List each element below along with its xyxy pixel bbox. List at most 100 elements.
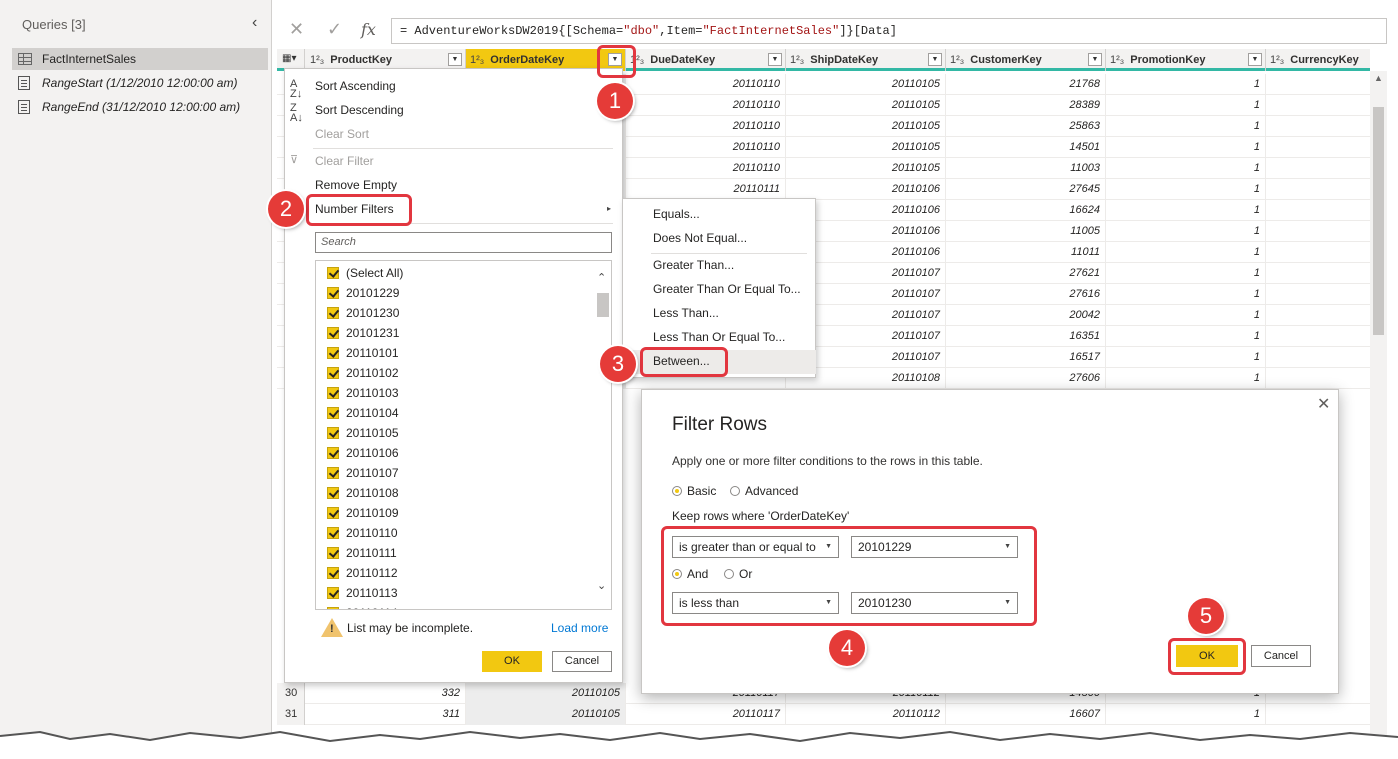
table-cell[interactable]: 1 xyxy=(1106,179,1266,200)
table-cell[interactable]: 20110105 xyxy=(786,116,946,137)
filter-value-item[interactable]: 20110114 xyxy=(327,603,398,609)
remove-empty-item[interactable]: Remove Empty xyxy=(315,178,397,192)
filter-value-item[interactable]: (Select All) xyxy=(327,263,403,283)
table-cell[interactable]: 1 xyxy=(1106,704,1266,725)
checkbox-checked-icon[interactable] xyxy=(327,467,339,479)
checkbox-checked-icon[interactable] xyxy=(327,547,339,559)
does-not-equal-item[interactable]: Does Not Equal... xyxy=(653,231,747,245)
checkbox-checked-icon[interactable] xyxy=(327,587,339,599)
query-item-rangestart[interactable]: RangeStart (1/12/2010 12:00:00 am) xyxy=(12,72,268,94)
table-cell[interactable]: 20110105 xyxy=(786,137,946,158)
table-cell[interactable] xyxy=(1266,284,1370,305)
filter-value-item[interactable]: 20110113 xyxy=(327,583,398,603)
filter-value-item[interactable]: 20110105 xyxy=(327,423,399,443)
table-cell[interactable]: 27621 xyxy=(946,263,1106,284)
table-cell[interactable]: 20110110 xyxy=(626,137,786,158)
scrollbar-thumb[interactable] xyxy=(1373,107,1384,335)
table-cell[interactable]: 311 xyxy=(306,704,466,725)
table-cell[interactable]: 14501 xyxy=(946,137,1106,158)
table-cell[interactable] xyxy=(1266,200,1370,221)
table-cell[interactable] xyxy=(1266,242,1370,263)
table-cell[interactable]: 20110105 xyxy=(466,683,626,704)
table-cell[interactable]: 1 xyxy=(1106,137,1266,158)
table-cell[interactable]: 16351 xyxy=(946,326,1106,347)
advanced-radio[interactable]: Advanced xyxy=(730,484,798,498)
checkbox-checked-icon[interactable] xyxy=(327,307,339,319)
checkbox-checked-icon[interactable] xyxy=(327,287,339,299)
table-cell[interactable]: 332 xyxy=(306,683,466,704)
checkbox-checked-icon[interactable] xyxy=(327,267,339,279)
table-cell[interactable]: 20042 xyxy=(946,305,1106,326)
table-cell[interactable] xyxy=(1266,74,1370,95)
table-cell[interactable]: 16607 xyxy=(946,704,1106,725)
column-header-shipdatekey[interactable]: 1²₃ ShipDateKey ▼ xyxy=(786,49,946,71)
checkbox-checked-icon[interactable] xyxy=(327,567,339,579)
scroll-up-icon[interactable]: ▲ xyxy=(1374,73,1383,83)
table-cell[interactable]: 1 xyxy=(1106,95,1266,116)
search-input[interactable]: Search xyxy=(315,232,612,253)
table-cell[interactable] xyxy=(1266,116,1370,137)
table-cell[interactable]: 20110112 xyxy=(786,704,946,725)
collapse-pane-icon[interactable]: ‹ xyxy=(252,14,257,32)
checkbox-checked-icon[interactable] xyxy=(327,327,339,339)
chevron-down-icon[interactable]: ▼ xyxy=(1088,53,1102,66)
formula-input[interactable]: = AdventureWorksDW2019{[Schema="dbo",Ite… xyxy=(391,18,1387,44)
table-cell[interactable] xyxy=(1266,368,1370,389)
table-cell[interactable] xyxy=(1266,347,1370,368)
table-cell[interactable]: 1 xyxy=(1106,74,1266,95)
checkbox-checked-icon[interactable] xyxy=(327,487,339,499)
table-cell[interactable]: 20110105 xyxy=(466,704,626,725)
table-cell[interactable] xyxy=(1266,137,1370,158)
load-more-link[interactable]: Load more xyxy=(551,621,608,635)
filter-value-item[interactable]: 20101231 xyxy=(327,323,399,343)
table-cell[interactable]: 1 xyxy=(1106,158,1266,179)
table-cell[interactable]: 11003 xyxy=(946,158,1106,179)
less-than-item[interactable]: Less Than... xyxy=(653,306,719,320)
table-cell[interactable]: 11011 xyxy=(946,242,1106,263)
chevron-down-icon[interactable]: ▼ xyxy=(928,53,942,66)
table-cell[interactable] xyxy=(1266,704,1370,725)
cancel-formula-icon[interactable]: ✕ xyxy=(289,19,304,40)
greater-than-item[interactable]: Greater Than... xyxy=(653,258,734,272)
table-cell[interactable]: 20110105 xyxy=(786,74,946,95)
table-cell[interactable]: 1 xyxy=(1106,305,1266,326)
table-cell[interactable] xyxy=(1266,158,1370,179)
basic-radio[interactable]: Basic xyxy=(672,484,716,498)
column-header-customerkey[interactable]: 1²₃ CustomerKey ▼ xyxy=(946,49,1106,71)
table-cell[interactable] xyxy=(1266,221,1370,242)
table-cell[interactable]: 20110105 xyxy=(786,158,946,179)
table-cell[interactable]: 1 xyxy=(1106,284,1266,305)
table-cell[interactable]: 27616 xyxy=(946,284,1106,305)
chevron-down-icon[interactable]: ▼ xyxy=(768,53,782,66)
table-cell[interactable] xyxy=(1266,326,1370,347)
list-scrollbar[interactable]: ⌃ ⌄ xyxy=(594,261,611,609)
table-cell[interactable]: 16517 xyxy=(946,347,1106,368)
greater-than-or-equal-item[interactable]: Greater Than Or Equal To... xyxy=(653,282,801,296)
table-cell[interactable]: 27606 xyxy=(946,368,1106,389)
dialog-cancel-button[interactable]: Cancel xyxy=(1251,645,1311,667)
column-header-duedatekey[interactable]: 1²₃ DueDateKey ▼ xyxy=(626,49,786,71)
filter-ok-button[interactable]: OK xyxy=(482,651,542,672)
filter-value-item[interactable]: 20110102 xyxy=(327,363,399,383)
query-item-rangeend[interactable]: RangeEnd (31/12/2010 12:00:00 am) xyxy=(12,96,268,118)
table-cell[interactable]: 1 xyxy=(1106,263,1266,284)
column-header-currencykey[interactable]: 1²₃ CurrencyKey xyxy=(1266,49,1370,71)
table-cell[interactable] xyxy=(1266,263,1370,284)
table-cell[interactable]: 28389 xyxy=(946,95,1106,116)
row-number[interactable]: 30 xyxy=(277,683,305,704)
checkbox-checked-icon[interactable] xyxy=(327,347,339,359)
filter-value-item[interactable]: 20110110 xyxy=(327,523,398,543)
table-cell[interactable] xyxy=(1266,305,1370,326)
table-cell[interactable]: 20110110 xyxy=(626,95,786,116)
less-than-or-equal-item[interactable]: Less Than Or Equal To... xyxy=(653,330,785,344)
table-cell[interactable]: 20110110 xyxy=(626,74,786,95)
table-cell[interactable]: 1 xyxy=(1106,347,1266,368)
table-cell[interactable]: 20110110 xyxy=(626,116,786,137)
checkbox-checked-icon[interactable] xyxy=(327,527,339,539)
clear-filter-item[interactable]: Clear Filter xyxy=(315,154,374,168)
table-cell[interactable]: 20110106 xyxy=(786,179,946,200)
checkbox-checked-icon[interactable] xyxy=(327,447,339,459)
table-cell[interactable]: 20110105 xyxy=(786,95,946,116)
sort-ascending-item[interactable]: Sort Ascending xyxy=(315,79,396,93)
clear-sort-item[interactable]: Clear Sort xyxy=(315,127,369,141)
